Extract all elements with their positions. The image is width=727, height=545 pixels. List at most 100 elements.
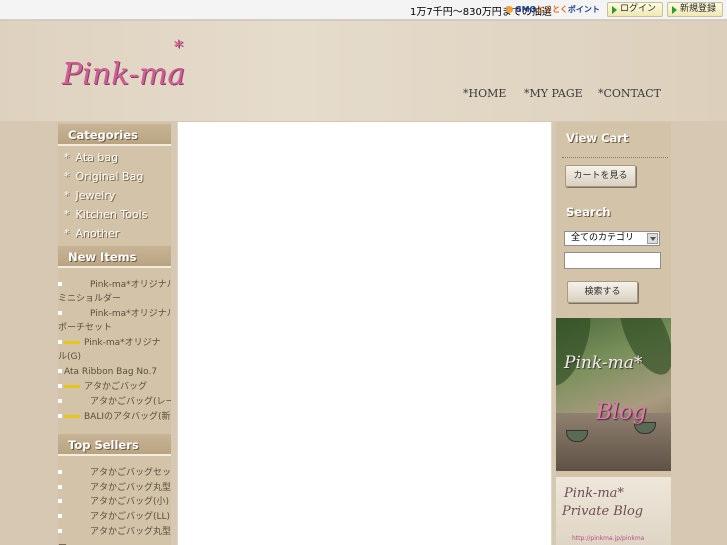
list-item[interactable]: Pink-ma*オリジナル: [58, 278, 171, 292]
category-jewelry[interactable]: * Jewelry: [64, 189, 115, 202]
category-select[interactable]: 全てのカテゴリ: [564, 231, 660, 246]
categories-header: Categories: [58, 124, 171, 146]
site-header: Pink-ma * *HOME *MY PAGE *CONTACT: [0, 21, 727, 121]
list-item[interactable]: Pink-ma*オリジナル: [58, 307, 171, 321]
bullet-icon: [58, 369, 62, 373]
main-content: [177, 122, 552, 545]
right-sidebar: View Cart カートを見る Search 全てのカテゴリ 検索する Pin…: [556, 122, 671, 545]
gmo-text-point: ポイント: [567, 5, 600, 14]
list-item[interactable]: Pink-ma*オリジナ: [58, 336, 171, 350]
category-label: Another: [75, 227, 120, 240]
category-kitchen-tools[interactable]: * Kitchen Tools: [64, 208, 147, 221]
search-title: Search: [566, 205, 611, 219]
chevron-down-icon: [647, 233, 658, 244]
nav-contact[interactable]: *CONTACT: [598, 87, 661, 100]
item-text: Pink-ma*オリジナル: [90, 280, 171, 290]
register-label: 新規登録: [680, 4, 717, 14]
bullet-icon: [58, 384, 62, 388]
item-text: ポーチセット: [58, 323, 113, 333]
list-item[interactable]: アタかごバッグセット2点: [58, 466, 171, 480]
category-label: Ata bag: [75, 151, 119, 164]
bullet-icon: [58, 485, 62, 489]
item-text: Ata Ribbon Bag No.7: [64, 367, 158, 377]
search-input[interactable]: [564, 252, 661, 269]
bullet-icon: [58, 340, 62, 344]
item-text: アタかごバッグ丸型ロングショルダ: [90, 527, 171, 537]
arrow-right-icon: [612, 6, 617, 14]
blog-banner-subtitle: Blog: [596, 400, 647, 425]
private-blog-banner[interactable]: Pink-ma* Private Blog http://pinkma.jp/p…: [556, 477, 671, 545]
category-label: Original Bag: [75, 170, 144, 183]
login-button[interactable]: ログイン: [607, 2, 663, 17]
bullet-icon: [58, 470, 62, 474]
nav-home[interactable]: *HOME: [463, 87, 506, 100]
bullet-icon: [58, 311, 62, 315]
category-original-bag[interactable]: * Original Bag: [64, 170, 143, 183]
item-text: ル(G): [58, 352, 81, 362]
gmo-points-logo[interactable]: GMOとくとくポイント: [506, 4, 600, 15]
login-label: ログイン: [620, 4, 657, 14]
item-text: アタかごバッグ(小): [90, 497, 170, 507]
bullet-icon: [58, 529, 62, 533]
register-button[interactable]: 新規登録: [667, 2, 723, 17]
category-another[interactable]: * Another: [64, 227, 119, 240]
bullet-icon: [58, 399, 62, 403]
category-label: Kitchen Tools: [75, 208, 148, 221]
nav-my-page[interactable]: *MY PAGE: [524, 87, 583, 100]
blog-banner[interactable]: Pink-ma* Blog: [556, 318, 671, 471]
item-text: ー: [58, 541, 67, 545]
list-item[interactable]: Ata Ribbon Bag No.7: [58, 365, 171, 379]
logo-star: *: [174, 37, 183, 58]
view-cart-button[interactable]: カートを見る: [565, 165, 636, 187]
private-blog-subtitle: Private Blog: [562, 504, 644, 519]
item-text: Pink-ma*オリジナル: [90, 309, 171, 319]
list-item-cont[interactable]: ル(G): [58, 350, 171, 364]
logo-text: Pink-ma: [62, 57, 186, 92]
item-text: BALIのアタバッグ(新作): [84, 412, 171, 422]
bullet-icon: [58, 499, 62, 503]
private-blog-url: http://pinkma.jp/pinkma: [572, 535, 645, 542]
top-sellers-header: Top Sellers: [58, 434, 171, 456]
bullet-icon: [58, 414, 62, 418]
list-item[interactable]: アタかごバッグ: [58, 380, 171, 394]
top-bar: 1万7千円～830万円までの抽選 GMOとくとくポイント ログイン 新規登録: [0, 0, 727, 20]
item-text: アタかごバッグ(LL): [90, 512, 171, 522]
list-item-cont[interactable]: ミニショルダー: [58, 292, 171, 306]
gmo-dot-icon: [506, 6, 513, 13]
search-button[interactable]: 検索する: [567, 281, 638, 303]
list-item-cont[interactable]: ー: [58, 539, 171, 545]
category-label: Jewelry: [75, 189, 116, 202]
search-header: Search: [556, 199, 671, 221]
item-text: ミニショルダー: [58, 294, 122, 304]
bullet-icon: [58, 282, 62, 286]
category-ata-bag[interactable]: * Ata bag: [64, 151, 118, 164]
list-item[interactable]: アタかごバッグ(レース): [58, 395, 171, 409]
item-text: Pink-ma*オリジナ: [84, 338, 161, 348]
list-item[interactable]: アタかごバッグ(LL): [58, 510, 171, 524]
list-item[interactable]: アタかごバッグ丸型: [58, 481, 171, 495]
item-text: アタかごバッグ: [84, 382, 148, 392]
list-item[interactable]: BALIのアタバッグ(新作): [58, 410, 171, 424]
item-text: アタかごバッグセット2点: [90, 468, 171, 478]
list-item[interactable]: アタかごバッグ(小): [58, 495, 171, 509]
list-item[interactable]: アタかごバッグ丸型ロングショルダ: [58, 525, 171, 539]
new-badge-icon: [64, 415, 80, 418]
site-logo[interactable]: Pink-ma *: [62, 37, 186, 92]
select-value: 全てのカテゴリ: [571, 233, 635, 243]
bullet-icon: [58, 514, 62, 518]
left-sidebar: Categories * Ata bag * Original Bag * Jewel…: [58, 122, 171, 545]
item-text: アタかごバッグ丸型: [90, 483, 171, 493]
view-cart-header: View Cart: [556, 125, 671, 147]
item-text: アタかごバッグ(レース): [90, 397, 171, 407]
gmo-text: GMO: [515, 5, 537, 14]
top-sellers-title: Top Sellers: [68, 438, 139, 452]
blog-banner-title: Pink-ma*: [564, 353, 643, 373]
view-cart-title: View Cart: [566, 131, 629, 145]
new-items-header: New Items: [58, 246, 171, 268]
categories-title: Categories: [68, 128, 138, 142]
list-item-cont[interactable]: ポーチセット: [58, 321, 171, 335]
new-badge-icon: [64, 341, 80, 344]
divider: [562, 157, 668, 158]
new-badge-icon: [64, 385, 80, 388]
arrow-right-icon: [672, 6, 677, 14]
